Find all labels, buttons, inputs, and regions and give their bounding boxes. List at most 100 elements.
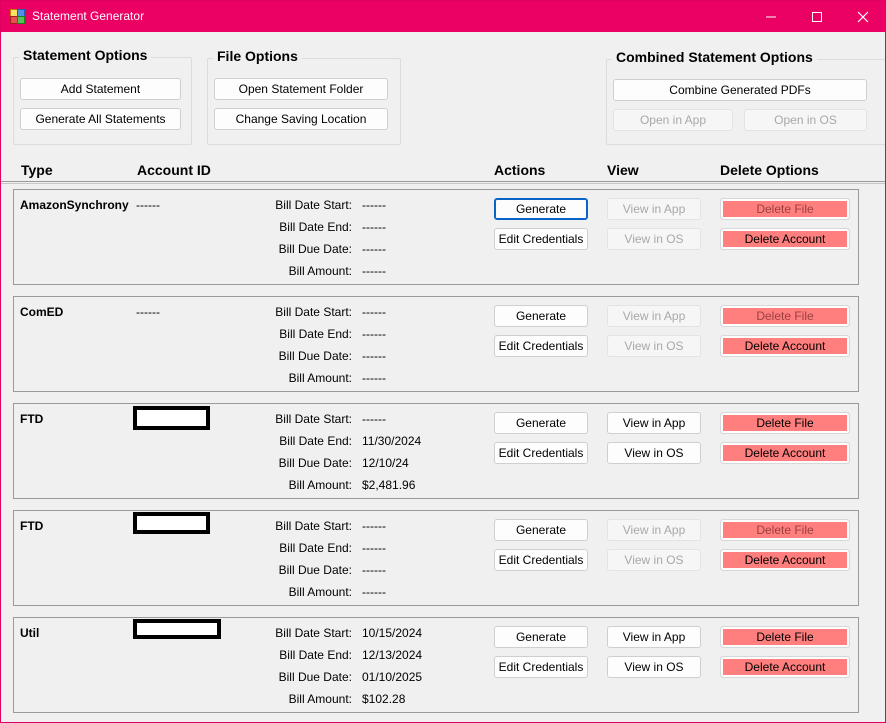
header-divider-shadow xyxy=(1,183,885,184)
header-view: View xyxy=(607,162,639,178)
label-bill-amount: Bill Amount: xyxy=(288,264,352,278)
value-bill-due-date: ------ xyxy=(362,242,386,256)
combined-open-in-app-button[interactable]: Open in App xyxy=(613,109,733,131)
value-bill-date-end: ------ xyxy=(362,541,386,555)
row-type: AmazonSynchrony xyxy=(20,198,129,212)
edit-credentials-button[interactable]: Edit Credentials xyxy=(494,335,588,357)
value-bill-date-start: ------ xyxy=(362,519,386,533)
value-bill-amount: ------ xyxy=(362,371,386,385)
file-options-title: File Options xyxy=(213,48,302,64)
value-bill-date-start: ------ xyxy=(362,198,386,212)
row-account-id: ------ xyxy=(136,198,160,212)
view-in-os-button[interactable]: View in OS xyxy=(607,656,701,678)
view-in-os-button[interactable]: View in OS xyxy=(607,228,701,250)
delete-account-button[interactable]: Delete Account xyxy=(720,656,850,678)
label-bill-due-date: Bill Due Date: xyxy=(278,563,352,577)
value-bill-date-end: 12/13/2024 xyxy=(362,648,423,662)
change-saving-location-button[interactable]: Change Saving Location xyxy=(214,108,388,130)
label-bill-due-date: Bill Due Date: xyxy=(278,670,352,684)
generate-button[interactable]: Generate xyxy=(494,305,588,327)
view-in-os-button[interactable]: View in OS xyxy=(607,549,701,571)
minimize-icon xyxy=(766,16,776,17)
delete-account-button[interactable]: Delete Account xyxy=(720,228,850,250)
edit-credentials-button[interactable]: Edit Credentials xyxy=(494,549,588,571)
edit-credentials-button[interactable]: Edit Credentials xyxy=(494,442,588,464)
add-statement-button[interactable]: Add Statement xyxy=(20,78,181,100)
value-bill-due-date: 12/10/24 xyxy=(362,456,409,470)
label-bill-date-start: Bill Date Start: xyxy=(275,198,352,212)
label-bill-date-end: Bill Date End: xyxy=(279,434,352,448)
header-delete-options: Delete Options xyxy=(720,162,819,178)
value-bill-date-end: 11/30/2024 xyxy=(362,434,422,448)
app-window: Statement Generator Statement Options Ad… xyxy=(0,0,886,723)
generate-button[interactable]: Generate xyxy=(494,198,588,220)
value-bill-due-date: 01/10/2025 xyxy=(362,670,423,684)
edit-credentials-button[interactable]: Edit Credentials xyxy=(494,656,588,678)
value-bill-amount: $2,481.96 xyxy=(362,478,416,492)
combine-pdfs-button[interactable]: Combine Generated PDFs xyxy=(613,79,867,101)
label-bill-date-end: Bill Date End: xyxy=(279,327,352,341)
statement-options-title: Statement Options xyxy=(19,47,152,63)
view-in-app-button[interactable]: View in App xyxy=(607,626,701,648)
value-bill-date-start: 10/15/2024 xyxy=(362,626,423,640)
label-bill-due-date: Bill Due Date: xyxy=(278,349,352,363)
window-title: Statement Generator xyxy=(32,9,145,23)
value-bill-date-end: ------ xyxy=(362,327,386,341)
minimize-button[interactable] xyxy=(748,1,794,32)
label-bill-date-end: Bill Date End: xyxy=(279,220,352,234)
view-in-os-button[interactable]: View in OS xyxy=(607,442,701,464)
open-statement-folder-button[interactable]: Open Statement Folder xyxy=(214,78,388,100)
header-account-id: Account ID xyxy=(137,162,211,178)
delete-account-button[interactable]: Delete Account xyxy=(720,549,850,571)
row-type: FTD xyxy=(20,519,44,533)
redacted-account-id xyxy=(133,512,210,534)
statement-row: AmazonSynchrony ------ Bill Date Start: … xyxy=(13,189,859,285)
label-bill-date-start: Bill Date Start: xyxy=(275,305,352,319)
value-bill-due-date: ------ xyxy=(362,563,386,577)
delete-file-button[interactable]: Delete File xyxy=(720,519,850,541)
close-button[interactable] xyxy=(840,1,885,32)
view-in-app-button[interactable]: View in App xyxy=(607,198,701,220)
view-in-app-button[interactable]: View in App xyxy=(607,305,701,327)
row-type: ComED xyxy=(20,305,64,319)
view-in-app-button[interactable]: View in App xyxy=(607,519,701,541)
row-type: FTD xyxy=(20,412,44,426)
label-bill-amount: Bill Amount: xyxy=(288,478,352,492)
row-type: Util xyxy=(20,626,40,640)
delete-account-button[interactable]: Delete Account xyxy=(720,335,850,357)
label-bill-date-end: Bill Date End: xyxy=(279,541,352,555)
label-bill-due-date: Bill Due Date: xyxy=(278,456,352,470)
header-type: Type xyxy=(21,162,53,178)
value-bill-amount: ------ xyxy=(362,264,386,278)
view-in-app-button[interactable]: View in App xyxy=(607,412,701,434)
view-in-os-button[interactable]: View in OS xyxy=(607,335,701,357)
value-bill-date-start: ------ xyxy=(362,412,386,426)
generate-button[interactable]: Generate xyxy=(494,626,588,648)
file-options-group xyxy=(207,58,401,145)
maximize-button[interactable] xyxy=(794,1,840,32)
delete-file-button[interactable]: Delete File xyxy=(720,626,850,648)
statement-row: ComED ------ Bill Date Start: Bill Date … xyxy=(13,296,859,392)
statement-row: Util Bill Date Start: Bill Date End: Bil… xyxy=(13,617,859,713)
delete-account-button[interactable]: Delete Account xyxy=(720,442,850,464)
generate-all-statements-button[interactable]: Generate All Statements xyxy=(20,108,181,130)
generate-button[interactable]: Generate xyxy=(494,412,588,434)
combined-open-in-os-button[interactable]: Open in OS xyxy=(744,109,867,131)
label-bill-date-start: Bill Date Start: xyxy=(275,626,352,640)
combined-options-group xyxy=(606,59,885,145)
delete-file-button[interactable]: Delete File xyxy=(720,198,850,220)
delete-file-button[interactable]: Delete File xyxy=(720,412,850,434)
edit-credentials-button[interactable]: Edit Credentials xyxy=(494,228,588,250)
redacted-account-id xyxy=(133,406,210,430)
close-icon xyxy=(857,11,869,22)
label-bill-amount: Bill Amount: xyxy=(288,371,352,385)
value-bill-due-date: ------ xyxy=(362,349,386,363)
label-bill-amount: Bill Amount: xyxy=(288,692,352,706)
generate-button[interactable]: Generate xyxy=(494,519,588,541)
value-bill-date-end: ------ xyxy=(362,220,386,234)
title-bar: Statement Generator xyxy=(1,1,885,32)
label-bill-amount: Bill Amount: xyxy=(288,585,352,599)
delete-file-button[interactable]: Delete File xyxy=(720,305,850,327)
value-bill-amount: ------ xyxy=(362,585,386,599)
header-actions: Actions xyxy=(494,162,546,178)
